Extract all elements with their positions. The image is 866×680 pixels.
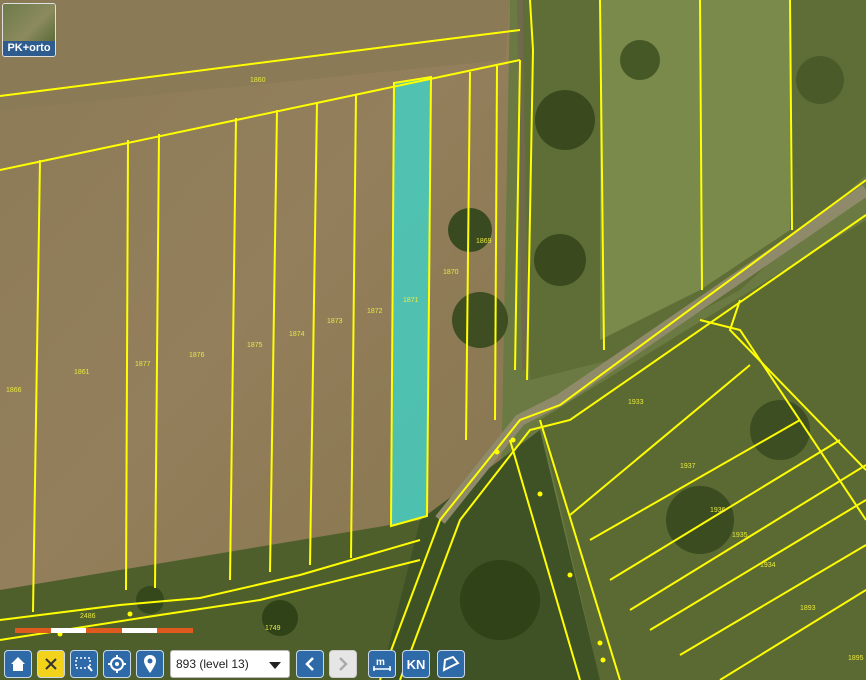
parcel-select-value: 893 (level 13)	[176, 657, 249, 671]
previous-button[interactable]	[296, 650, 324, 678]
parcel-label: 1875	[247, 342, 263, 349]
parcel-label: 1860	[250, 77, 266, 84]
orthophoto-map[interactable]: 1860 1869 1870 1871 1872 1873 1874 1875 …	[0, 0, 866, 680]
layer-thumbnail	[3, 4, 55, 42]
parcel-label: 1870	[443, 269, 459, 276]
parcel-label: 1937	[680, 463, 696, 470]
crosshair-icon	[108, 655, 126, 673]
parcel-label: 1869	[476, 238, 492, 245]
locate-button[interactable]	[103, 650, 131, 678]
shape-tool-button[interactable]	[437, 650, 465, 678]
bottom-toolbar: 893 (level 13) m KN	[0, 648, 866, 680]
next-button[interactable]	[329, 650, 357, 678]
clear-selection-button[interactable]	[37, 650, 65, 678]
home-icon	[11, 657, 25, 671]
scale-bar	[15, 628, 193, 633]
parcel-label: 1936	[710, 507, 726, 514]
parcel-label: 1749	[265, 625, 281, 632]
kn-label: KN	[406, 656, 426, 672]
layer-switch-button[interactable]: PK+orto	[2, 3, 56, 57]
marker-button[interactable]	[136, 650, 164, 678]
svg-text:m: m	[376, 657, 385, 668]
parcel-label: 1935	[732, 532, 748, 539]
chevron-right-icon	[339, 657, 348, 671]
polygon-icon	[442, 655, 460, 672]
parcel-label: 1877	[135, 361, 151, 368]
close-icon	[45, 658, 57, 670]
parcel-label: 1874	[289, 331, 305, 338]
parcel-label: 1876	[189, 352, 205, 359]
ruler-icon: m	[373, 657, 391, 671]
parcel-label: 1871	[403, 297, 419, 304]
parcel-label: 1872	[367, 308, 383, 315]
rectangle-select-icon	[75, 657, 93, 672]
home-button[interactable]	[4, 650, 32, 678]
parcel-label: 1933	[628, 399, 644, 406]
parcel-label: 1893	[800, 605, 816, 612]
area-select-button[interactable]	[70, 650, 98, 678]
parcel-label: 1934	[760, 562, 776, 569]
map-pin-icon	[144, 655, 156, 673]
measure-button[interactable]: m	[368, 650, 396, 678]
parcel-label: 2486	[80, 613, 96, 620]
chevron-left-icon	[305, 657, 314, 671]
parcel-label: 1861	[74, 369, 90, 376]
parcel-select[interactable]: 893 (level 13)	[170, 650, 290, 678]
chevron-down-icon	[269, 662, 281, 669]
cadastre-kn-button[interactable]: KN	[402, 650, 430, 678]
parcel-label: 1873	[327, 318, 343, 325]
parcel-label: 1866	[6, 387, 22, 394]
layer-switch-label: PK+orto	[3, 41, 55, 56]
